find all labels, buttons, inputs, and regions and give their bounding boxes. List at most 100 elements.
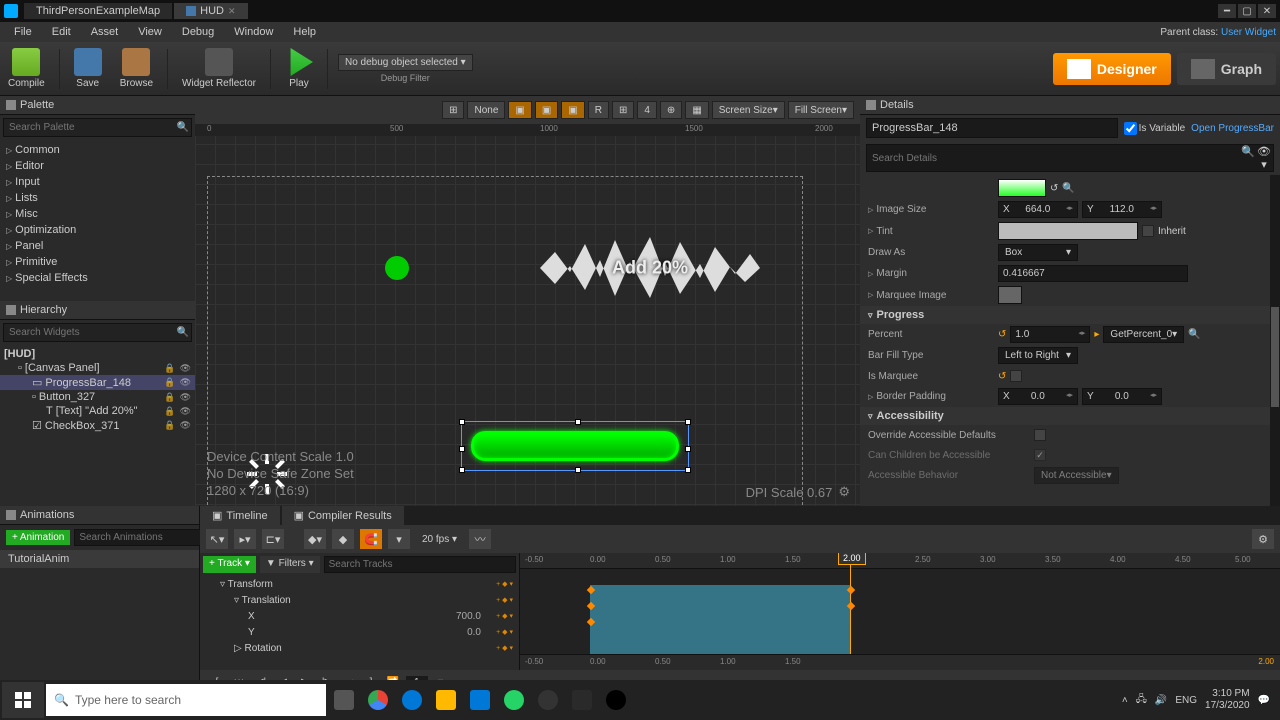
- track-y[interactable]: Y0.0+ ◆ ▾: [200, 624, 519, 640]
- open-progressbar-link[interactable]: Open ProgressBar: [1191, 123, 1274, 134]
- palette-common[interactable]: Common: [0, 142, 195, 158]
- close-button[interactable]: ✕: [1258, 4, 1276, 18]
- hierarchy-search-input[interactable]: [4, 324, 175, 341]
- border-y-input[interactable]: Y 0.0◂▸: [1082, 388, 1162, 405]
- tl-cursor-button[interactable]: ↖▾: [206, 529, 228, 549]
- vp-r-button[interactable]: R: [588, 101, 609, 119]
- progressbar-widget[interactable]: [471, 431, 679, 461]
- parent-class-link[interactable]: User Widget: [1221, 27, 1276, 38]
- tl-curve-button[interactable]: 〰: [469, 529, 491, 549]
- tl-snap-dd[interactable]: ▾: [388, 529, 410, 549]
- hierarchy-text[interactable]: T [Text] "Add 20%"🔒👁: [0, 404, 195, 418]
- vp-snap-button[interactable]: ⊞: [612, 101, 634, 119]
- explorer-icon[interactable]: [430, 684, 462, 716]
- draw-as-select[interactable]: Box▾: [998, 244, 1078, 261]
- lock-icon[interactable]: 🔒: [164, 420, 175, 431]
- vp-grid-value[interactable]: 4: [637, 101, 657, 119]
- network-icon[interactable]: 🖧: [1136, 692, 1147, 709]
- details-scrollbar[interactable]: [1270, 175, 1280, 506]
- animation-item[interactable]: TutorialAnim: [0, 550, 199, 568]
- menu-edit[interactable]: Edit: [42, 24, 81, 40]
- designer-viewport[interactable]: ⊞ None ▣ ▣ ▣ R ⊞ 4 ⊕ ▦ Screen Size ▾ Fil…: [195, 96, 860, 506]
- eye-icon[interactable]: 👁: [180, 392, 191, 403]
- hierarchy-search[interactable]: 🔍: [3, 323, 192, 342]
- palette-search-input[interactable]: [4, 119, 175, 136]
- close-icon[interactable]: ✕: [228, 6, 236, 17]
- track-transform[interactable]: ▿ Transform+ ◆ ▾: [200, 576, 519, 592]
- compiler-results-tab[interactable]: ▣ Compiler Results: [282, 506, 404, 525]
- track-translation[interactable]: ▿ Translation+ ◆ ▾: [200, 592, 519, 608]
- timeline-tab[interactable]: ▣ Timeline: [200, 506, 280, 525]
- override-checkbox[interactable]: [1034, 429, 1046, 441]
- tray-expand-icon[interactable]: ˄: [1122, 695, 1128, 706]
- percent-input[interactable]: 1.0◂▸: [1010, 326, 1090, 343]
- tl-snap-button[interactable]: 🧲: [360, 529, 382, 549]
- task-view-button[interactable]: [328, 684, 360, 716]
- fill-type-select[interactable]: Left to Right▾: [998, 347, 1078, 364]
- tab-hud[interactable]: HUD ✕: [174, 3, 247, 19]
- vp-layout3-button[interactable]: ▣: [561, 101, 584, 119]
- object-name-input[interactable]: [866, 118, 1118, 138]
- eye-icon[interactable]: 👁: [180, 406, 191, 417]
- marquee-swatch[interactable]: [998, 286, 1022, 304]
- tl-bracket-button[interactable]: ⊏▾: [262, 529, 284, 549]
- lock-icon[interactable]: 🔒: [164, 392, 175, 403]
- lock-icon[interactable]: 🔒: [164, 377, 175, 388]
- palette-editor[interactable]: Editor: [0, 158, 195, 174]
- tl-key2-button[interactable]: ◆: [332, 529, 354, 549]
- vp-loc-button[interactable]: ⊕: [660, 101, 682, 119]
- browse-button[interactable]: Browse: [116, 46, 157, 91]
- track-search-input[interactable]: [324, 556, 516, 573]
- language-icon[interactable]: ENG: [1175, 695, 1197, 706]
- reset-icon[interactable]: ↺: [998, 371, 1006, 382]
- track-x[interactable]: X700.0+ ◆ ▾: [200, 608, 519, 624]
- save-button[interactable]: Save: [70, 46, 106, 91]
- start-button[interactable]: [2, 682, 44, 718]
- vp-grid-button[interactable]: ⊞: [442, 101, 464, 119]
- notifications-icon[interactable]: 💬: [1258, 695, 1270, 706]
- clock[interactable]: 3:10 PM 17/3/2020: [1205, 688, 1250, 712]
- margin-input[interactable]: 0.416667: [998, 265, 1188, 282]
- reset-icon[interactable]: ↺: [998, 329, 1006, 340]
- animation-region[interactable]: [590, 585, 850, 657]
- epic-icon[interactable]: [566, 684, 598, 716]
- maximize-button[interactable]: ▢: [1238, 4, 1256, 18]
- track-rotation[interactable]: ▷ Rotation+ ◆ ▾: [200, 640, 519, 656]
- filters-button[interactable]: ▼ Filters ▾: [260, 556, 320, 573]
- lock-icon[interactable]: 🔒: [164, 363, 175, 374]
- palette-misc[interactable]: Misc: [0, 206, 195, 222]
- vp-outline-button[interactable]: ▦: [685, 101, 708, 119]
- obs-icon[interactable]: [532, 684, 564, 716]
- is-marquee-checkbox[interactable]: [1010, 370, 1022, 382]
- playhead[interactable]: 2.00: [850, 553, 851, 670]
- animation-search-input[interactable]: [74, 529, 216, 546]
- hierarchy-checkbox[interactable]: ☑ CheckBox_371🔒👁: [0, 418, 195, 433]
- hierarchy-canvas-panel[interactable]: ▫ [Canvas Panel]🔒👁: [0, 361, 195, 375]
- eye-icon[interactable]: 👁: [180, 377, 191, 388]
- add-track-button[interactable]: + Track ▾: [203, 556, 256, 573]
- designer-mode-button[interactable]: Designer: [1053, 53, 1171, 85]
- menu-file[interactable]: File: [4, 24, 42, 40]
- vp-layout1-button[interactable]: ▣: [508, 101, 531, 119]
- vp-screen-size-select[interactable]: Screen Size ▾: [712, 101, 785, 119]
- border-x-input[interactable]: X 0.0◂▸: [998, 388, 1078, 405]
- menu-debug[interactable]: Debug: [172, 24, 224, 40]
- accessibility-section[interactable]: Accessibility: [860, 407, 1270, 425]
- binding-icon[interactable]: 🔍: [1188, 329, 1200, 340]
- fps-select[interactable]: 20 fps ▾: [416, 532, 463, 547]
- graph-mode-button[interactable]: Graph: [1177, 53, 1276, 85]
- details-search-input[interactable]: [867, 145, 1241, 171]
- vp-none-button[interactable]: None: [467, 101, 505, 119]
- tint-color-input[interactable]: [998, 222, 1138, 240]
- tl-key-button[interactable]: ◆▾: [304, 529, 326, 549]
- browse-icon[interactable]: 🔍: [1062, 183, 1074, 194]
- eye-icon[interactable]: 👁: [180, 420, 191, 431]
- vp-fill-screen-select[interactable]: Fill Screen ▾: [788, 101, 854, 119]
- view-options-icon[interactable]: 👁▾: [1255, 145, 1273, 171]
- widget-reflector-button[interactable]: Widget Reflector: [178, 46, 260, 91]
- palette-optimization[interactable]: Optimization: [0, 222, 195, 238]
- menu-view[interactable]: View: [128, 24, 172, 40]
- palette-panel[interactable]: Panel: [0, 238, 195, 254]
- volume-icon[interactable]: 🔊: [1155, 695, 1167, 706]
- add-animation-button[interactable]: + Animation: [6, 530, 70, 545]
